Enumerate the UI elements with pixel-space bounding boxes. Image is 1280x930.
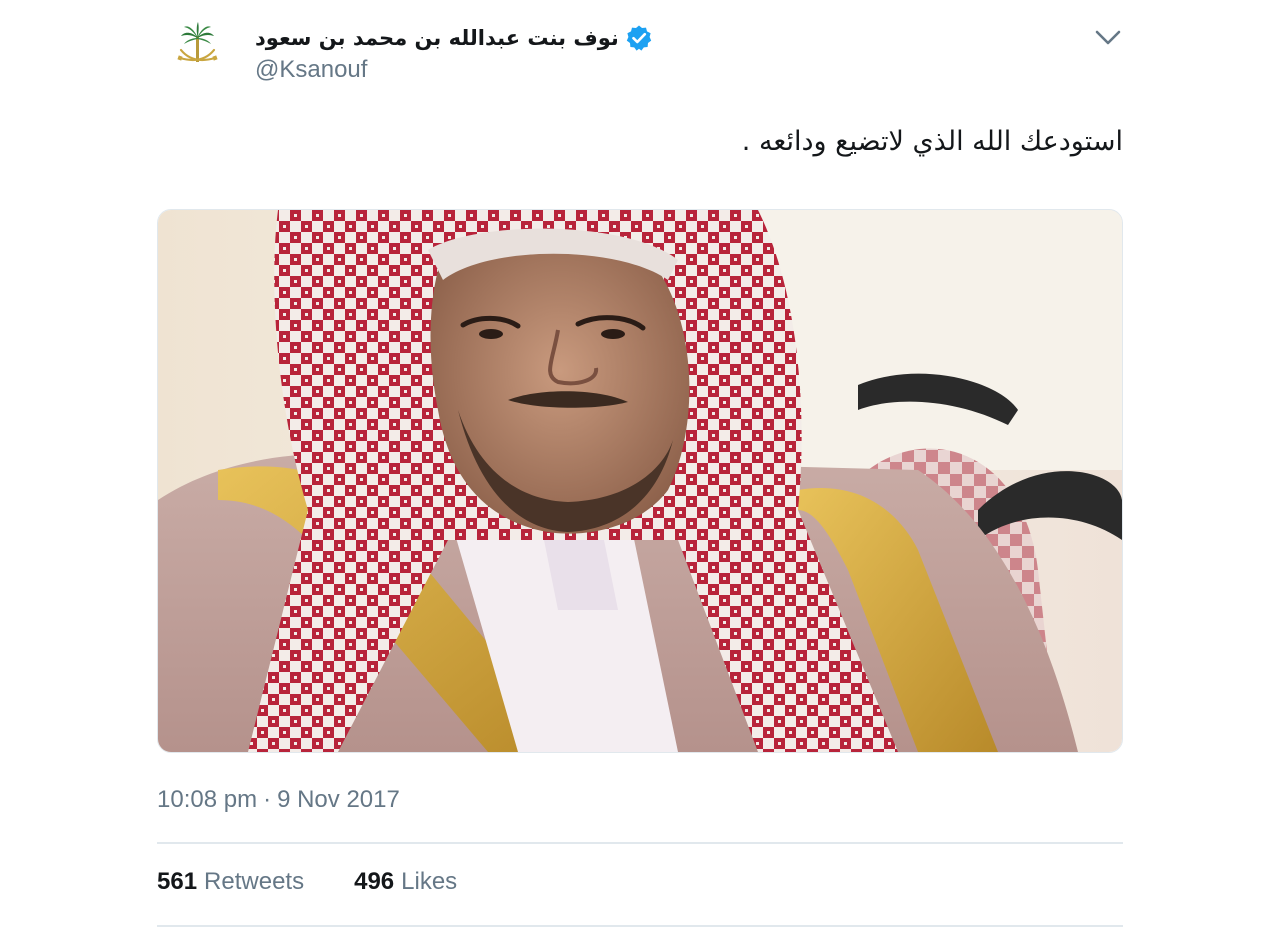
tweet-timestamp[interactable]: 10:08 pm · 9 Nov 2017	[157, 786, 400, 814]
author-handle[interactable]: @Ksanouf	[255, 56, 367, 84]
likes-stat[interactable]: 496 Likes	[354, 868, 457, 896]
divider	[157, 842, 1123, 844]
tweet-card: نوف بنت عبدالله بن محمد بن سعود @Ksanouf…	[157, 0, 1123, 930]
author-display-name[interactable]: نوف بنت عبدالله بن محمد بن سعود	[255, 26, 619, 50]
likes-label: Likes	[401, 868, 458, 895]
tweet-photo[interactable]	[157, 209, 1123, 753]
timestamp-separator: ·	[263, 786, 272, 813]
tweet-date: 9 Nov 2017	[277, 786, 400, 813]
retweets-stat[interactable]: 561 Retweets	[157, 868, 304, 896]
retweets-count: 561	[157, 868, 198, 895]
avatar[interactable]	[157, 14, 239, 96]
chevron-down-icon[interactable]	[1093, 24, 1123, 52]
photo-illustration	[158, 210, 1122, 752]
tweet-text: استودعك الله الذي لاتضيع ودائعه .	[741, 126, 1123, 157]
verified-badge-icon	[625, 24, 653, 52]
tweet-time: 10:08 pm	[157, 786, 258, 813]
tweet-stats: 561 Retweets 496 Likes	[157, 868, 507, 896]
author-name-row[interactable]: نوف بنت عبدالله بن محمد بن سعود	[255, 22, 653, 54]
palm-swords-emblem-icon	[177, 22, 218, 62]
likes-count: 496	[354, 868, 395, 895]
divider	[157, 925, 1123, 927]
retweets-label: Retweets	[204, 868, 305, 895]
